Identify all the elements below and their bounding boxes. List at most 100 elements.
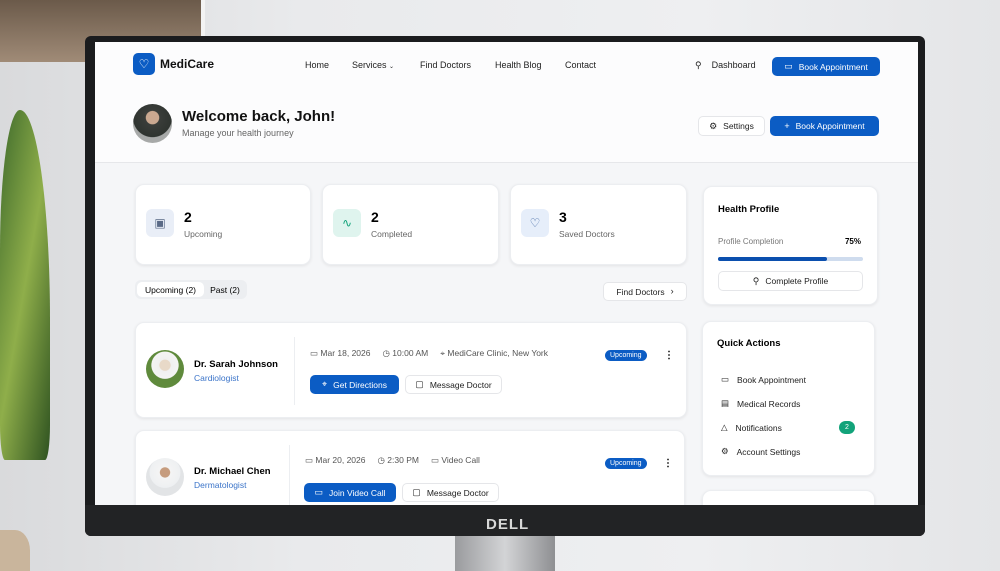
find-doctors-button[interactable]: Find Doctors › — [603, 282, 687, 301]
bell-icon: △ — [721, 422, 728, 432]
calendar-icon: ▭ — [721, 374, 730, 384]
health-profile-title: Health Profile — [718, 204, 780, 215]
plant-pot — [0, 530, 30, 571]
message-icon: ▢ — [412, 487, 421, 497]
health-profile-card: Health Profile Profile Completion 75% ⚲ C… — [703, 186, 878, 305]
quick-action-book-appointment[interactable]: ▭ Book Appointment — [721, 374, 806, 385]
appointment-location: ▭ Video Call — [430, 455, 480, 465]
profile-completion-label: Profile Completion — [718, 237, 784, 246]
video-icon: ▭ — [430, 455, 439, 465]
map-pin-icon: ⌖ — [322, 379, 328, 389]
doctor-avatar — [146, 458, 184, 496]
more-options-icon[interactable]: ⋮ — [663, 458, 673, 469]
status-badge: Upcoming — [605, 350, 647, 361]
video-icon: ▭ — [314, 487, 323, 497]
gear-icon: ⚙ — [709, 120, 718, 131]
brand-name[interactable]: MediCare — [160, 57, 214, 71]
complete-profile-button[interactable]: ⚲ Complete Profile — [718, 271, 863, 291]
monitor-stand — [455, 535, 555, 571]
message-doctor-button[interactable]: ▢ Message Doctor — [402, 483, 499, 502]
header-book-label: Book Appointment — [795, 121, 865, 131]
quick-action-account-settings[interactable]: ⚙ Account Settings — [721, 446, 800, 457]
message-icon: ▢ — [415, 379, 424, 389]
screen: ♡ MediCare Home Services ⌄ Find Doctors … — [95, 42, 918, 505]
status-badge: Upcoming — [605, 458, 647, 469]
nav-dashboard[interactable]: ⚲ Dashboard — [695, 60, 756, 71]
appointment-time: ◷ 10:00 AM — [382, 348, 429, 358]
doctor-specialty: Cardiologist — [194, 373, 239, 383]
appointment-time: ◷ 2:30 PM — [377, 455, 419, 465]
settings-label: Settings — [723, 121, 754, 131]
appointment-card: Dr. Sarah Johnson Cardiologist ▭ Mar 18,… — [135, 322, 687, 418]
stethoscope-logo-icon: ♡ — [133, 53, 155, 75]
welcome-title: Welcome back, John! — [182, 108, 336, 125]
user-avatar[interactable] — [133, 104, 172, 143]
complete-profile-label: Complete Profile — [765, 276, 829, 286]
map-pin-icon: ⌖ — [440, 348, 446, 358]
doctor-name[interactable]: Dr. Michael Chen — [194, 466, 271, 477]
heart-icon: ♡ — [521, 209, 549, 237]
settings-button[interactable]: ⚙ Settings — [698, 116, 765, 136]
stat-value: 3 — [559, 209, 567, 225]
nav-services[interactable]: Services ⌄ — [352, 60, 394, 70]
calendar-icon: ▭ — [310, 348, 319, 358]
tab-past[interactable]: Past (2) — [205, 282, 245, 297]
nav-health-blog[interactable]: Health Blog — [495, 60, 542, 70]
nav-find-doctors[interactable]: Find Doctors — [420, 60, 471, 70]
calendar-icon: ▣ — [146, 209, 174, 237]
appointment-date: ▭ Mar 20, 2026 — [305, 455, 366, 465]
appointment-date: ▭ Mar 18, 2026 — [310, 348, 371, 358]
calendar-icon: ▭ — [784, 61, 793, 71]
doctor-avatar — [146, 350, 184, 388]
welcome-subtitle: Manage your health journey — [182, 128, 294, 138]
header-book-appointment-button[interactable]: + Book Appointment — [770, 116, 879, 136]
plus-icon: + — [784, 120, 790, 131]
clock-icon: ◷ — [377, 455, 385, 465]
appointment-meta: ▭ Mar 18, 2026 ◷ 10:00 AM ⌖ MediCare Cli… — [310, 348, 548, 359]
more-options-icon[interactable]: ⋮ — [664, 350, 674, 361]
calendar-icon: ▭ — [305, 455, 314, 465]
nav-book-appointment-button[interactable]: ▭ Book Appointment — [772, 57, 880, 76]
plant — [0, 110, 50, 460]
join-video-call-button[interactable]: ▭ Join Video Call — [304, 483, 396, 502]
stat-label: Completed — [371, 229, 413, 239]
appointment-tabs: Upcoming (2) Past (2) — [135, 280, 247, 299]
tab-upcoming[interactable]: Upcoming (2) — [137, 282, 204, 297]
appointment-location: ⌖ MediCare Clinic, New York — [440, 348, 549, 358]
primary-action-label: Get Directions — [333, 379, 387, 390]
doctor-specialty: Dermatologist — [194, 480, 247, 490]
activity-icon: ∿ — [333, 209, 361, 237]
sidebar-card — [702, 490, 875, 505]
find-doctors-label: Find Doctors — [616, 286, 665, 297]
stat-label: Saved Doctors — [559, 229, 615, 239]
notification-count-badge: 2 — [839, 421, 855, 434]
user-icon: ⚲ — [752, 275, 760, 286]
appointment-card: Dr. Michael Chen Dermatologist ▭ Mar 20,… — [135, 430, 685, 505]
profile-progress-track — [718, 257, 863, 261]
nav-book-label: Book Appointment — [798, 61, 868, 72]
secondary-action-label: Message Doctor — [426, 487, 489, 498]
nav-contact[interactable]: Contact — [565, 60, 596, 70]
primary-action-label: Join Video Call — [328, 487, 386, 498]
monitor-logo: DELL — [486, 516, 530, 533]
nav-home[interactable]: Home — [305, 60, 329, 70]
quick-action-notifications[interactable]: △ Notifications — [721, 422, 782, 433]
chevron-right-icon: › — [670, 286, 674, 296]
stat-card-saved-doctors: ♡ 3 Saved Doctors — [510, 184, 687, 265]
profile-completion-percent: 75% — [844, 237, 861, 246]
message-doctor-button[interactable]: ▢ Message Doctor — [405, 375, 502, 394]
appointment-meta: ▭ Mar 20, 2026 ◷ 2:30 PM ▭ Video Call — [305, 455, 480, 466]
divider — [294, 337, 295, 405]
quick-actions-title: Quick Actions — [717, 338, 781, 349]
nav-dashboard-label: Dashboard — [711, 60, 756, 70]
user-icon: ⚲ — [695, 60, 702, 70]
chevron-down-icon: ⌄ — [389, 64, 395, 70]
secondary-action-label: Message Doctor — [429, 379, 492, 390]
stat-value: 2 — [184, 209, 192, 225]
clock-icon: ◷ — [382, 348, 390, 358]
quick-action-medical-records[interactable]: ▤ Medical Records — [721, 398, 800, 409]
doctor-name[interactable]: Dr. Sarah Johnson — [194, 359, 278, 370]
stat-label: Upcoming — [184, 229, 223, 239]
quick-actions-card: Quick Actions ▭ Book Appointment ▤ Medical… — [702, 321, 875, 476]
get-directions-button[interactable]: ⌖ Get Directions — [310, 375, 399, 394]
